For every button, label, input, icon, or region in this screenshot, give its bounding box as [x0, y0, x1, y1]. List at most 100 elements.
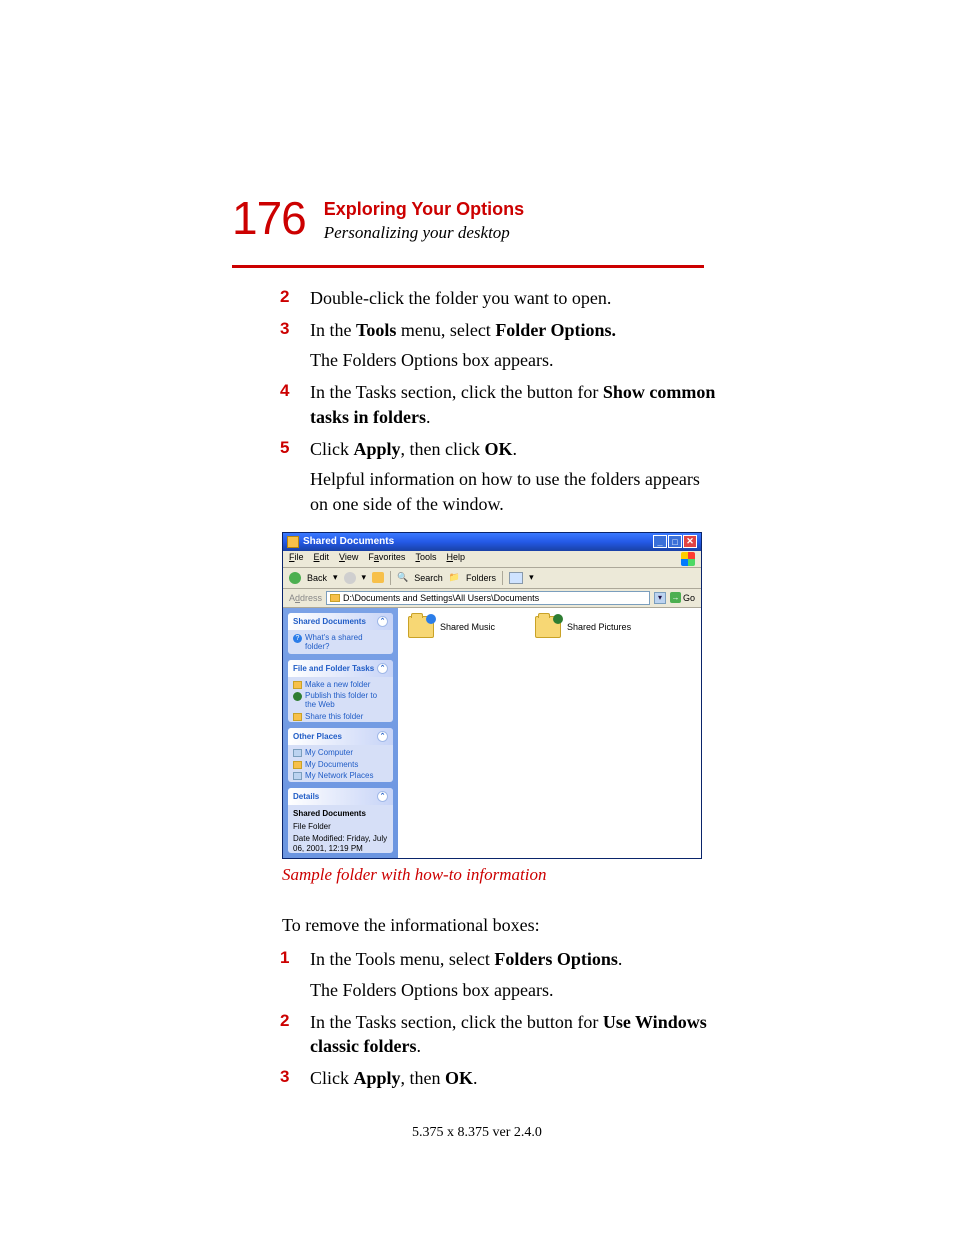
- xp-explorer-window: Shared Documents _ □ ✕ File Edit View Fa…: [282, 532, 702, 859]
- folder-label: Shared Pictures: [567, 622, 631, 632]
- step-text: In the Tools menu, select: [310, 949, 494, 969]
- step-number: 5: [280, 437, 310, 460]
- folders-icon[interactable]: [449, 572, 460, 583]
- back-dropdown[interactable]: ▾: [333, 572, 338, 583]
- up-icon[interactable]: [372, 572, 384, 583]
- step-bold: Tools: [356, 320, 396, 340]
- step-subtext: The Folders Options box appears.: [310, 978, 722, 1002]
- help-icon: ?: [293, 634, 302, 643]
- step-number: 1: [280, 947, 310, 970]
- task-link[interactable]: My Documents: [293, 761, 388, 770]
- step-number: 3: [280, 318, 310, 341]
- menu-edit[interactable]: Edit: [314, 552, 330, 566]
- link-label: Publish this folder to the Web: [305, 692, 388, 710]
- step-text: menu, select: [396, 320, 495, 340]
- step-text: , then: [401, 1068, 446, 1088]
- link-label: My Documents: [305, 761, 358, 770]
- folder-item[interactable]: Shared Music: [408, 616, 495, 638]
- maximize-button[interactable]: □: [668, 535, 682, 548]
- computer-icon: [293, 749, 302, 757]
- toolbar: Back ▾ ▾ Search Folders ▾: [283, 568, 701, 589]
- network-icon: [293, 772, 302, 780]
- address-dropdown[interactable]: ▾: [654, 592, 666, 604]
- step-text: Click: [310, 1068, 354, 1088]
- step-body: In the Tasks section, click the button f…: [310, 1010, 722, 1059]
- step-body: Click Apply, then OK.: [310, 1066, 722, 1090]
- panel-heading: Other Places: [293, 732, 342, 741]
- task-link[interactable]: ?What's a shared folder?: [293, 634, 388, 652]
- expand-icon[interactable]: ⌃: [377, 791, 388, 802]
- search-icon[interactable]: [397, 572, 408, 583]
- remove-intro: To remove the informational boxes:: [282, 913, 722, 937]
- step-2: 2 Double-click the folder you want to op…: [232, 286, 722, 310]
- views-button[interactable]: [509, 572, 523, 584]
- back-label[interactable]: Back: [307, 573, 327, 583]
- pictures-badge-icon: [553, 614, 563, 624]
- folder-content-area: Shared Music Shared Pictures: [398, 608, 701, 858]
- window-title: Shared Documents: [303, 536, 653, 547]
- search-label[interactable]: Search: [414, 573, 443, 583]
- step-text: In the Tasks section, click the button f…: [310, 382, 603, 402]
- task-link[interactable]: Make a new folder: [293, 681, 388, 690]
- step-text: Double-click the folder you want to open…: [310, 288, 611, 308]
- folder-icon: [535, 616, 561, 638]
- chapter-title: Exploring Your Options: [324, 199, 524, 221]
- step-bold: OK: [485, 439, 513, 459]
- toolbar-separator: [502, 571, 503, 585]
- page-footer: 5.375 x 8.375 ver 2.4.0: [0, 1125, 954, 1141]
- address-field[interactable]: D:\Documents and Settings\All Users\Docu…: [326, 591, 650, 605]
- step-text: .: [416, 1036, 421, 1056]
- minimize-button[interactable]: _: [653, 535, 667, 548]
- panel-details: Details ⌃ Shared Documents File Folder D…: [288, 788, 393, 853]
- step-body: Click Apply, then click OK. Helpful info…: [310, 437, 722, 516]
- task-link[interactable]: My Network Places: [293, 772, 388, 781]
- address-path: D:\Documents and Settings\All Users\Docu…: [343, 593, 539, 603]
- collapse-icon[interactable]: ⌃: [377, 663, 388, 674]
- collapse-icon[interactable]: ⌃: [377, 731, 388, 742]
- folder-icon: [287, 536, 299, 548]
- xp-titlebar: Shared Documents _ □ ✕: [283, 533, 701, 551]
- forward-dropdown[interactable]: ▾: [362, 572, 367, 583]
- folder-label: Shared Music: [440, 622, 495, 632]
- panel-heading: Details: [293, 792, 319, 801]
- panel-heading: File and Folder Tasks: [293, 664, 374, 673]
- new-folder-icon: [293, 681, 302, 689]
- forward-icon[interactable]: [344, 572, 356, 584]
- step-text: .: [473, 1068, 478, 1088]
- step-b3: 3 Click Apply, then OK.: [232, 1066, 722, 1090]
- menu-favorites[interactable]: Favorites: [368, 552, 405, 566]
- menu-tools[interactable]: Tools: [415, 552, 436, 566]
- link-label: My Network Places: [305, 772, 373, 781]
- step-bold: Apply: [354, 439, 401, 459]
- publish-icon: [293, 692, 302, 701]
- link-label: My Computer: [305, 749, 353, 758]
- address-label: Address: [289, 593, 322, 603]
- close-button[interactable]: ✕: [683, 535, 697, 548]
- back-icon[interactable]: [289, 572, 301, 584]
- page-header: 176 Exploring Your Options Personalizing…: [232, 195, 722, 243]
- folder-item[interactable]: Shared Pictures: [535, 616, 631, 638]
- menu-view[interactable]: View: [339, 552, 358, 566]
- detail-modified: Date Modified: Friday, July 06, 2001, 12…: [293, 834, 388, 853]
- panel-file-folder-tasks: File and Folder Tasks ⌃ Make a new folde…: [288, 660, 393, 722]
- step-bold: Folders Options: [494, 949, 618, 969]
- menu-file[interactable]: File: [289, 552, 304, 566]
- share-icon: [293, 713, 302, 721]
- views-dropdown[interactable]: ▾: [529, 572, 534, 583]
- task-link[interactable]: Share this folder: [293, 713, 388, 722]
- folder-icon: [408, 616, 434, 638]
- step-bold: OK: [445, 1068, 473, 1088]
- step-5: 5 Click Apply, then click OK. Helpful in…: [232, 437, 722, 516]
- menu-help[interactable]: Help: [446, 552, 465, 566]
- go-label: Go: [683, 593, 695, 603]
- go-button[interactable]: → Go: [670, 592, 695, 603]
- step-text: , then click: [401, 439, 485, 459]
- step-bold: Folder Options.: [495, 320, 616, 340]
- task-link[interactable]: My Computer: [293, 749, 388, 758]
- step-3: 3 In the Tools menu, select Folder Optio…: [232, 318, 722, 373]
- folders-label[interactable]: Folders: [466, 573, 496, 583]
- windows-logo-icon: [681, 552, 695, 566]
- step-text: .: [426, 407, 431, 427]
- collapse-icon[interactable]: ⌃: [377, 616, 388, 627]
- task-link[interactable]: Publish this folder to the Web: [293, 692, 388, 710]
